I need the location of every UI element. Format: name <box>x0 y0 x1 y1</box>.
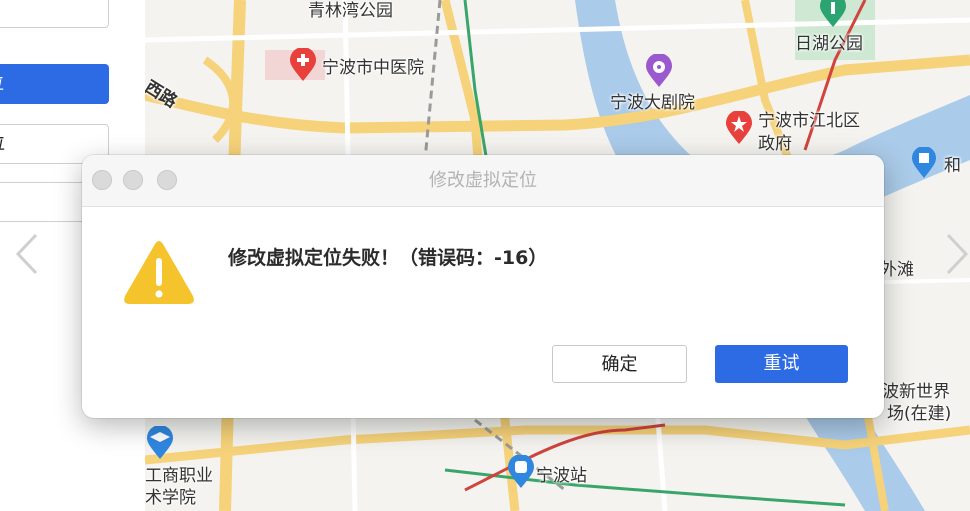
dialog-title: 修改虚拟定位 <box>429 170 537 191</box>
map-label-ningbo-station: 宁波站 <box>536 466 587 486</box>
dialog-titlebar: 修改虚拟定位 <box>82 155 884 207</box>
map-label-ningbo-tcm-hospital: 宁波市中医院 <box>322 58 424 78</box>
map-label-waitan: 外滩 <box>880 260 914 280</box>
map-label-new-world-2: 场(在建) <box>887 404 952 424</box>
map-label-jiangbei-gov-2: 政府 <box>758 134 792 154</box>
side-primary-button[interactable]: 位 <box>0 64 109 104</box>
ok-button[interactable]: 确定 <box>552 345 687 383</box>
side-secondary-box-label: 位 <box>0 125 5 163</box>
chevron-right-icon[interactable] <box>944 232 970 276</box>
side-primary-button-label: 位 <box>0 64 4 104</box>
chevron-left-icon[interactable] <box>14 232 40 276</box>
map-label-ningbo-grand-theatre: 宁波大剧院 <box>610 93 695 113</box>
retry-button[interactable]: 重试 <box>715 345 848 383</box>
map-label-rihu-park: 日湖公园 <box>795 34 863 54</box>
map-label-he: 和 <box>944 156 961 176</box>
error-message: 修改虚拟定位失败！（错误码：-16） <box>228 247 548 269</box>
top-input-box[interactable] <box>0 0 109 28</box>
error-dialog: 修改虚拟定位 修改虚拟定位失败！（错误码：-16） 确定 重试 <box>82 155 884 418</box>
map-label-qinglinwan-park: 青林湾公园 <box>308 1 393 21</box>
map-label-gongshang-2: 术学院 <box>145 488 196 508</box>
map-label-jiangbei-gov-1: 宁波市江北区 <box>758 111 860 131</box>
warning-triangle-icon <box>122 238 196 312</box>
